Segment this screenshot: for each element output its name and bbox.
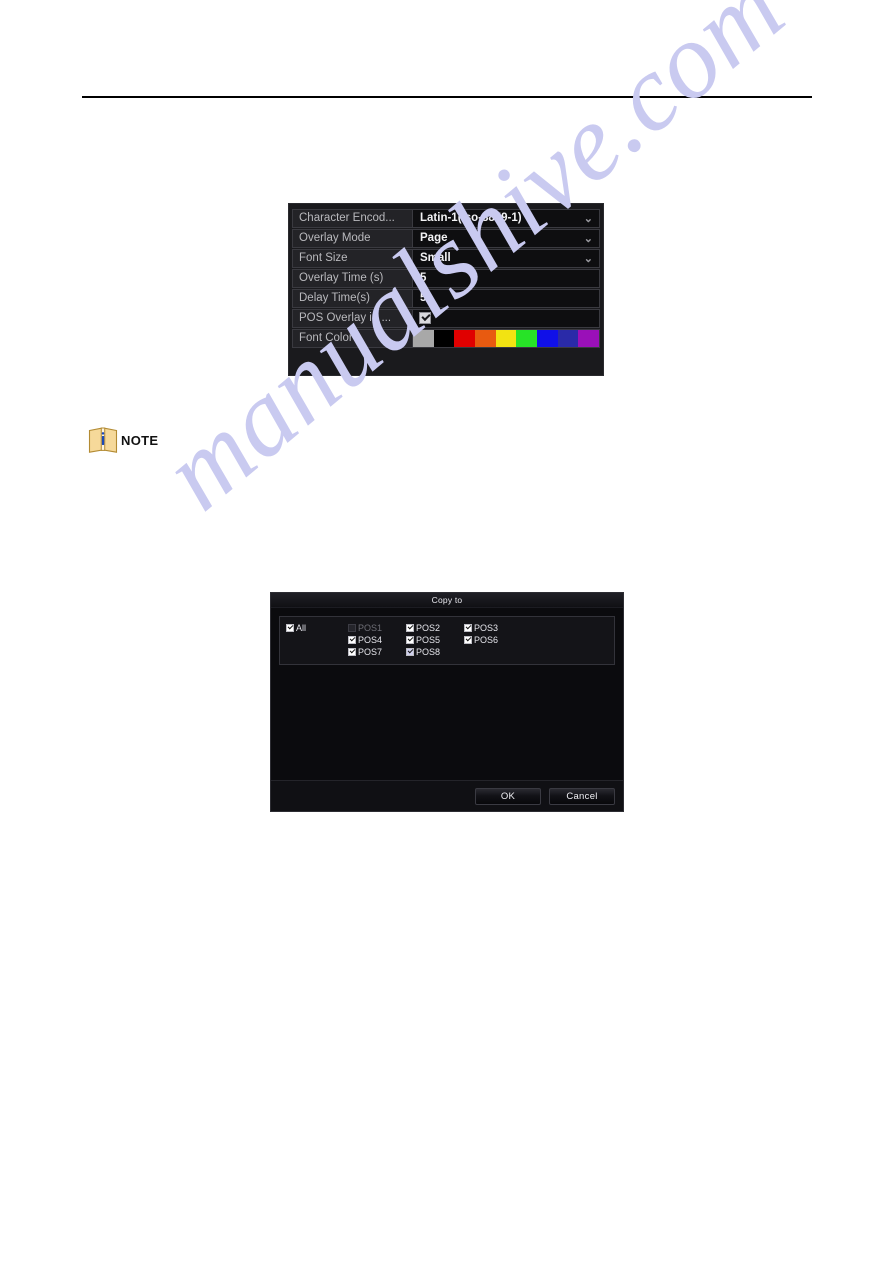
- checkbox-label: POS2: [416, 623, 441, 633]
- settings-row-label: Font Color: [292, 329, 413, 348]
- note-book-icon: [88, 426, 118, 454]
- settings-row: Font Size Small ⌄: [292, 249, 600, 268]
- settings-row: Font Color: [292, 329, 600, 348]
- copy-to-dialog: Copy to All POS1 POS2 POS3 POS4 POS5 POS6 POS7…: [270, 592, 624, 812]
- pos-overlay-settings-panel: Character Encod... Latin-1(iso-8859-1) ⌄ Ov…: [288, 203, 604, 376]
- checkbox-checked-icon: [348, 648, 356, 656]
- settings-row-label: POS Overlay in ...: [292, 309, 413, 328]
- settings-row-label: Character Encod...: [292, 209, 413, 228]
- checkbox-checked-icon: [406, 636, 414, 644]
- settings-row-label: Font Size: [292, 249, 413, 268]
- note-callout: NOTE: [88, 426, 158, 454]
- checkbox-pos5[interactable]: POS5: [406, 634, 462, 646]
- settings-text-input[interactable]: 5: [413, 289, 600, 308]
- color-swatch[interactable]: [433, 330, 455, 347]
- ok-button[interactable]: OK: [475, 787, 541, 805]
- color-swatch[interactable]: [516, 330, 538, 347]
- header-divider: [82, 96, 812, 98]
- settings-row: Overlay Mode Page ⌄: [292, 229, 600, 248]
- color-swatch[interactable]: [537, 330, 558, 347]
- settings-dropdown[interactable]: Page ⌄: [413, 229, 600, 248]
- checkbox-checked-icon[interactable]: [419, 312, 431, 324]
- settings-dropdown-value: Latin-1(iso-8859-1): [420, 212, 522, 224]
- checkbox-checked-icon: [406, 648, 414, 656]
- color-swatch[interactable]: [475, 330, 496, 347]
- checkbox-pos4[interactable]: POS4: [348, 634, 404, 646]
- checkbox-unchecked-icon: [348, 624, 356, 632]
- settings-row-label: Overlay Mode: [292, 229, 413, 248]
- settings-checkbox[interactable]: [413, 309, 600, 328]
- color-swatch[interactable]: [557, 330, 579, 347]
- settings-row-label: Delay Time(s): [292, 289, 413, 308]
- checkbox-label: POS7: [358, 647, 383, 657]
- checkbox-label: POS3: [474, 623, 499, 633]
- color-swatch[interactable]: [495, 330, 517, 347]
- cancel-button[interactable]: Cancel: [549, 787, 615, 805]
- chevron-down-icon[interactable]: ⌄: [584, 211, 593, 227]
- color-swatch[interactable]: [578, 330, 599, 347]
- settings-row: Delay Time(s) 5: [292, 289, 600, 308]
- settings-row-label: Overlay Time (s): [292, 269, 413, 288]
- settings-dropdown-value: Small: [420, 252, 451, 264]
- checkbox-pos3[interactable]: POS3: [464, 622, 520, 634]
- checkbox-label: POS4: [358, 635, 383, 645]
- checkbox-checked-icon: [464, 624, 472, 632]
- dialog-body: All POS1 POS2 POS3 POS4 POS5 POS6 POS7 POS8: [271, 608, 623, 780]
- settings-dropdown[interactable]: Small ⌄: [413, 249, 600, 268]
- dialog-title: Copy to: [271, 593, 623, 608]
- color-swatch[interactable]: [413, 330, 434, 347]
- checkbox-all[interactable]: All: [286, 622, 348, 634]
- checkbox-label: POS1: [358, 623, 383, 633]
- settings-dropdown-value: Page: [420, 232, 448, 244]
- settings-rows: Character Encod... Latin-1(iso-8859-1) ⌄ Ov…: [292, 209, 600, 348]
- chevron-down-icon[interactable]: ⌄: [584, 251, 593, 267]
- dialog-footer: OK Cancel: [271, 780, 623, 811]
- settings-text-input[interactable]: 5: [413, 269, 600, 288]
- color-swatch[interactable]: [454, 330, 476, 347]
- checkbox-pos8[interactable]: POS8: [406, 646, 462, 658]
- checkbox-label: POS8: [416, 647, 441, 657]
- checkbox-checked-icon: [464, 636, 472, 644]
- note-label: NOTE: [121, 432, 159, 448]
- settings-row: Character Encod... Latin-1(iso-8859-1) ⌄: [292, 209, 600, 228]
- settings-row: Overlay Time (s) 5: [292, 269, 600, 288]
- checkbox-label: POS6: [474, 635, 499, 645]
- checkbox-label: POS5: [416, 635, 441, 645]
- pos-channel-grid: POS1 POS2 POS3 POS4 POS5 POS6 POS7 POS8: [348, 622, 608, 658]
- checkbox-checked-icon: [348, 636, 356, 644]
- checkbox-pos2[interactable]: POS2: [406, 622, 462, 634]
- channel-selection-region: All POS1 POS2 POS3 POS4 POS5 POS6 POS7 POS8: [279, 616, 615, 665]
- checkbox-pos6[interactable]: POS6: [464, 634, 520, 646]
- checkbox-box-icon: [286, 624, 294, 632]
- font-color-picker[interactable]: [413, 329, 600, 348]
- checkbox-pos1: POS1: [348, 622, 404, 634]
- checkbox-all-label: All: [296, 623, 307, 633]
- settings-dropdown[interactable]: Latin-1(iso-8859-1) ⌄: [413, 209, 600, 228]
- settings-row: POS Overlay in ...: [292, 309, 600, 328]
- all-column: All: [286, 622, 348, 658]
- checkbox-checked-icon: [406, 624, 414, 632]
- chevron-down-icon[interactable]: ⌄: [584, 231, 593, 247]
- checkbox-pos7[interactable]: POS7: [348, 646, 404, 658]
